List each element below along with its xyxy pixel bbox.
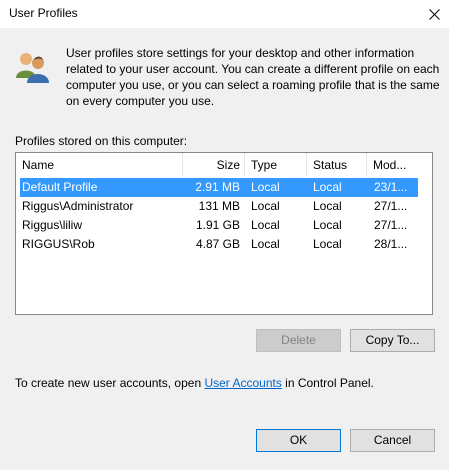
profiles-list[interactable]: Name Size Type Status Mod... Default Pro… xyxy=(15,152,433,315)
cell-modified: 27/1... xyxy=(374,199,408,213)
cell-type: Local xyxy=(251,199,280,213)
column-header-size[interactable]: Size xyxy=(183,153,245,177)
cell-size: 131 MB xyxy=(198,199,240,213)
cell-name: Default Profile xyxy=(22,180,98,194)
cell-status: Local xyxy=(313,218,342,232)
table-row[interactable]: Default Profile 2.91 MB Local Local 23/1… xyxy=(20,178,418,197)
cell-modified: 28/1... xyxy=(374,237,408,251)
cell-modified: 27/1... xyxy=(374,218,408,232)
cell-size: 2.91 MB xyxy=(195,180,240,194)
cell-size: 1.91 GB xyxy=(195,218,240,232)
cell-name: Riggus\liliw xyxy=(22,218,83,232)
table-row[interactable]: RIGGUS\Rob 4.87 GB Local Local 28/1... xyxy=(20,235,418,254)
column-header-name[interactable]: Name xyxy=(16,153,183,177)
create-account-hint: To create new user accounts, open User A… xyxy=(15,376,374,390)
column-header-type[interactable]: Type xyxy=(245,153,307,177)
cell-status: Local xyxy=(313,237,342,251)
cell-modified: 23/1... xyxy=(374,180,408,194)
window-title: User Profiles xyxy=(9,6,78,20)
table-row[interactable]: Riggus\liliw 1.91 GB Local Local 27/1... xyxy=(20,216,418,235)
user-accounts-link[interactable]: User Accounts xyxy=(204,376,281,390)
user-profiles-icon xyxy=(16,53,49,83)
cell-type: Local xyxy=(251,218,280,232)
description-text: User profiles store settings for your de… xyxy=(66,46,440,108)
cell-status: Local xyxy=(313,180,342,194)
cell-name: Riggus\Administrator xyxy=(22,199,134,213)
cell-name: RIGGUS\Rob xyxy=(22,237,95,251)
cancel-button[interactable]: Cancel xyxy=(350,429,435,452)
cell-status: Local xyxy=(313,199,342,213)
profiles-list-label: Profiles stored on this computer: xyxy=(15,134,188,148)
table-row[interactable]: Riggus\Administrator 131 MB Local Local … xyxy=(20,197,418,216)
hint-text-before: To create new user accounts, open xyxy=(15,376,205,390)
title-bar: User Profiles xyxy=(0,0,449,28)
cell-type: Local xyxy=(251,237,280,251)
hint-text-after: in Control Panel. xyxy=(281,376,374,390)
cell-type: Local xyxy=(251,180,280,194)
close-button[interactable] xyxy=(419,0,449,28)
column-header-status[interactable]: Status xyxy=(307,153,367,177)
delete-button[interactable]: Delete xyxy=(256,329,341,352)
cell-size: 4.87 GB xyxy=(195,237,240,251)
ok-button[interactable]: OK xyxy=(256,429,341,452)
copy-to-button[interactable]: Copy To... xyxy=(350,329,435,352)
column-header-modified[interactable]: Mod... xyxy=(367,153,411,177)
close-icon xyxy=(428,8,440,20)
